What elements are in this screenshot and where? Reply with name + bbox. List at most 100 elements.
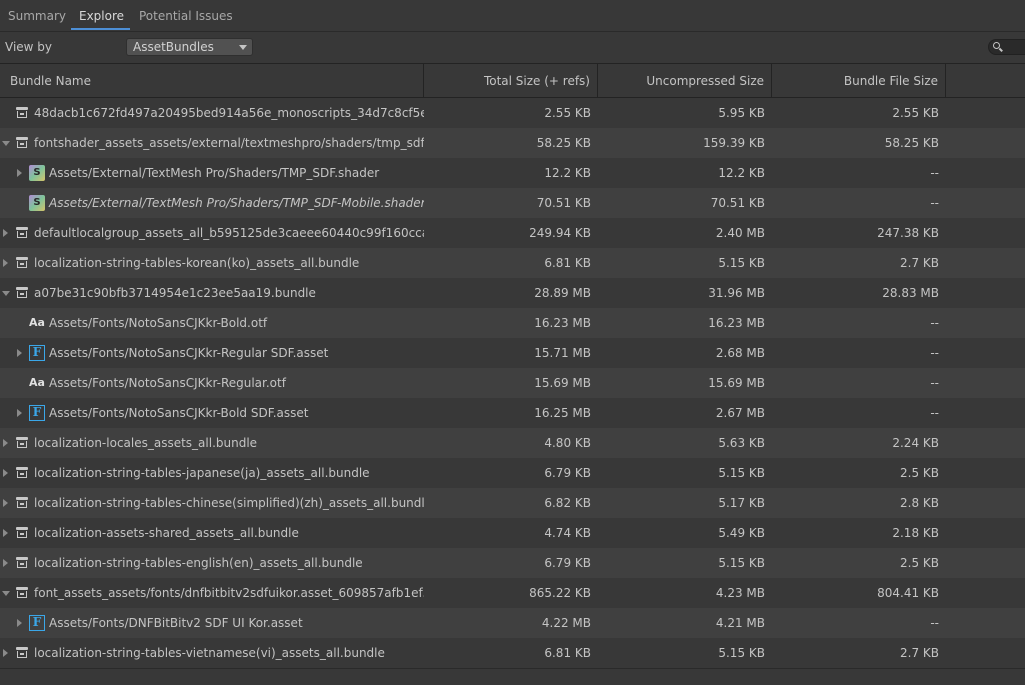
column-header-total-size[interactable]: Total Size (+ refs) <box>424 64 598 98</box>
view-by-dropdown[interactable]: AssetBundles <box>126 38 253 56</box>
total-size-cell: 15.69 MB <box>534 376 591 390</box>
expand-arrow-right-icon[interactable] <box>1 488 11 518</box>
bundle-file-size-cell: 2.7 KB <box>900 646 939 660</box>
bundle-file-size-cell: -- <box>930 376 939 390</box>
table-row[interactable]: localization-string-tables-chinese(simpl… <box>0 488 1025 518</box>
bundle-name-cell: S Assets/External/TextMesh Pro/Shaders/TM… <box>0 158 424 188</box>
bundle-name-label: a07be31c90bfb3714954e1c23ee5aa19.bundle <box>34 286 316 300</box>
table-row[interactable]: localization-string-tables-korean(ko)_as… <box>0 248 1025 278</box>
bundle-file-size-cell: -- <box>930 346 939 360</box>
expand-arrow-right-icon[interactable] <box>1 518 11 548</box>
total-size-cell: 4.74 KB <box>544 526 591 540</box>
bundle-name-cell: F Assets/Fonts/NotoSansCJKkr-Regular SDF.… <box>0 338 424 368</box>
bundle-name-label: fontshader_assets_assets/external/textme… <box>34 136 424 150</box>
search-input[interactable] <box>988 39 1025 55</box>
table-row[interactable]: Aa Assets/Fonts/NotoSansCJKkr-Bold.otf 16.… <box>0 308 1025 338</box>
total-size-cell: 6.79 KB <box>544 466 591 480</box>
expand-arrow-right-icon[interactable] <box>15 608 25 638</box>
bundle-icon <box>14 255 30 271</box>
bundle-file-size-cell: 2.55 KB <box>892 106 939 120</box>
bottom-bar <box>0 668 1025 685</box>
total-size-cell: 16.25 MB <box>534 406 591 420</box>
uncompressed-size-cell: 5.95 KB <box>718 106 765 120</box>
expand-arrow-right-icon[interactable] <box>1 548 11 578</box>
table-row[interactable]: Aa Assets/Fonts/NotoSansCJKkr-Regular.otf… <box>0 368 1025 398</box>
table-row[interactable]: localization-string-tables-english(en)_a… <box>0 548 1025 578</box>
table-row[interactable]: defaultlocalgroup_assets_all_b595125de3c… <box>0 218 1025 248</box>
bundle-file-size-cell: 247.38 KB <box>877 226 939 240</box>
bundle-name-cell: fontshader_assets_assets/external/textme… <box>0 128 424 158</box>
total-size-cell: 6.82 KB <box>544 496 591 510</box>
total-size-cell: 70.51 KB <box>536 196 591 210</box>
bundle-icon <box>14 135 30 151</box>
expand-arrow-right-icon[interactable] <box>1 218 11 248</box>
total-size-cell: 2.55 KB <box>544 106 591 120</box>
column-header-bundle-file-size[interactable]: Bundle File Size <box>772 64 946 98</box>
uncompressed-size-cell: 4.21 MB <box>715 616 765 630</box>
bundle-name-label: localization-assets-shared_assets_all.bu… <box>34 526 299 540</box>
expand-arrow-down-icon[interactable] <box>1 278 11 308</box>
bundle-name-label: defaultlocalgroup_assets_all_b595125de3c… <box>34 226 424 240</box>
table-row[interactable]: S Assets/External/TextMesh Pro/Shaders/TM… <box>0 158 1025 188</box>
bundle-file-size-cell: 2.8 KB <box>900 496 939 510</box>
table-row[interactable]: F Assets/Fonts/NotoSansCJKkr-Regular SDF.… <box>0 338 1025 368</box>
font-asset-icon: F <box>29 345 45 361</box>
table-row[interactable]: S Assets/External/TextMesh Pro/Shaders/TM… <box>0 188 1025 218</box>
bundle-tree-table: 48dacb1c672fd497a20495bed914a56e_monoscr… <box>0 98 1025 668</box>
bundle-name-cell: Aa Assets/Fonts/NotoSansCJKkr-Bold.otf <box>0 308 424 338</box>
column-header-uncompressed-size[interactable]: Uncompressed Size <box>598 64 772 98</box>
table-row[interactable]: localization-locales_assets_all.bundle 4.… <box>0 428 1025 458</box>
tab-potential-issues[interactable]: Potential Issues <box>139 9 233 23</box>
table-row[interactable]: localization-assets-shared_assets_all.bu… <box>0 518 1025 548</box>
bundle-file-size-cell: -- <box>930 166 939 180</box>
tab-summary[interactable]: Summary <box>8 9 66 23</box>
column-header-bundle-name[interactable]: Bundle Name <box>0 64 424 98</box>
uncompressed-size-cell: 5.15 KB <box>718 466 765 480</box>
uncompressed-size-cell: 5.15 KB <box>718 646 765 660</box>
bundle-name-cell: defaultlocalgroup_assets_all_b595125de3c… <box>0 218 424 248</box>
tab-explore[interactable]: Explore <box>79 9 124 23</box>
total-size-cell: 6.79 KB <box>544 556 591 570</box>
bundle-file-size-cell: -- <box>930 316 939 330</box>
uncompressed-size-cell: 5.49 KB <box>718 526 765 540</box>
bundle-name-cell: localization-string-tables-japanese(ja)_… <box>0 458 424 488</box>
total-size-cell: 6.81 KB <box>544 646 591 660</box>
bundle-name-label: Assets/Fonts/NotoSansCJKkr-Bold.otf <box>49 316 268 330</box>
active-tab-indicator <box>71 28 130 30</box>
bundle-name-cell: font_assets_assets/fonts/dnfbitbitv2sdfu… <box>0 578 424 608</box>
table-row[interactable]: F Assets/Fonts/DNFBitBitv2 SDF UI Kor.ass… <box>0 608 1025 638</box>
expand-arrow-right-icon[interactable] <box>1 458 11 488</box>
table-row[interactable]: a07be31c90bfb3714954e1c23ee5aa19.bundle 2… <box>0 278 1025 308</box>
expand-arrow-right-icon[interactable] <box>1 638 11 668</box>
uncompressed-size-cell: 5.15 KB <box>718 556 765 570</box>
table-row[interactable]: F Assets/Fonts/NotoSansCJKkr-Bold SDF.ass… <box>0 398 1025 428</box>
uncompressed-size-cell: 2.68 MB <box>715 346 765 360</box>
expand-arrow-right-icon[interactable] <box>15 338 25 368</box>
font-asset-icon: F <box>29 405 45 421</box>
uncompressed-size-cell: 16.23 MB <box>708 316 765 330</box>
expand-arrow-right-icon[interactable] <box>1 428 11 458</box>
table-row[interactable]: localization-string-tables-japanese(ja)_… <box>0 458 1025 488</box>
bundle-icon <box>14 435 30 451</box>
table-row[interactable]: font_assets_assets/fonts/dnfbitbitv2sdfu… <box>0 578 1025 608</box>
bundle-name-label: localization-string-tables-korean(ko)_as… <box>34 256 360 270</box>
bundle-name-cell: localization-string-tables-vietnamese(vi… <box>0 638 424 668</box>
bundle-icon <box>14 555 30 571</box>
expand-arrow-right-icon[interactable] <box>1 248 11 278</box>
total-size-cell: 16.23 MB <box>534 316 591 330</box>
bundle-name-cell: localization-string-tables-english(en)_a… <box>0 548 424 578</box>
expand-arrow-down-icon[interactable] <box>1 578 11 608</box>
chevron-down-icon <box>239 45 247 50</box>
table-row[interactable]: localization-string-tables-vietnamese(vi… <box>0 638 1025 668</box>
expand-arrow-right-icon[interactable] <box>15 398 25 428</box>
tab-bar: Summary Explore Potential Issues <box>0 0 1025 32</box>
toolbar: View by AssetBundles <box>0 32 1025 62</box>
table-row[interactable]: fontshader_assets_assets/external/textme… <box>0 128 1025 158</box>
bundle-name-cell: F Assets/Fonts/DNFBitBitv2 SDF UI Kor.ass… <box>0 608 424 638</box>
bundle-file-size-cell: 804.41 KB <box>877 586 939 600</box>
table-row[interactable]: 48dacb1c672fd497a20495bed914a56e_monoscr… <box>0 98 1025 128</box>
expand-arrow-right-icon[interactable] <box>15 158 25 188</box>
bundle-icon <box>14 525 30 541</box>
bundle-name-cell: a07be31c90bfb3714954e1c23ee5aa19.bundle <box>0 278 424 308</box>
expand-arrow-down-icon[interactable] <box>1 128 11 158</box>
